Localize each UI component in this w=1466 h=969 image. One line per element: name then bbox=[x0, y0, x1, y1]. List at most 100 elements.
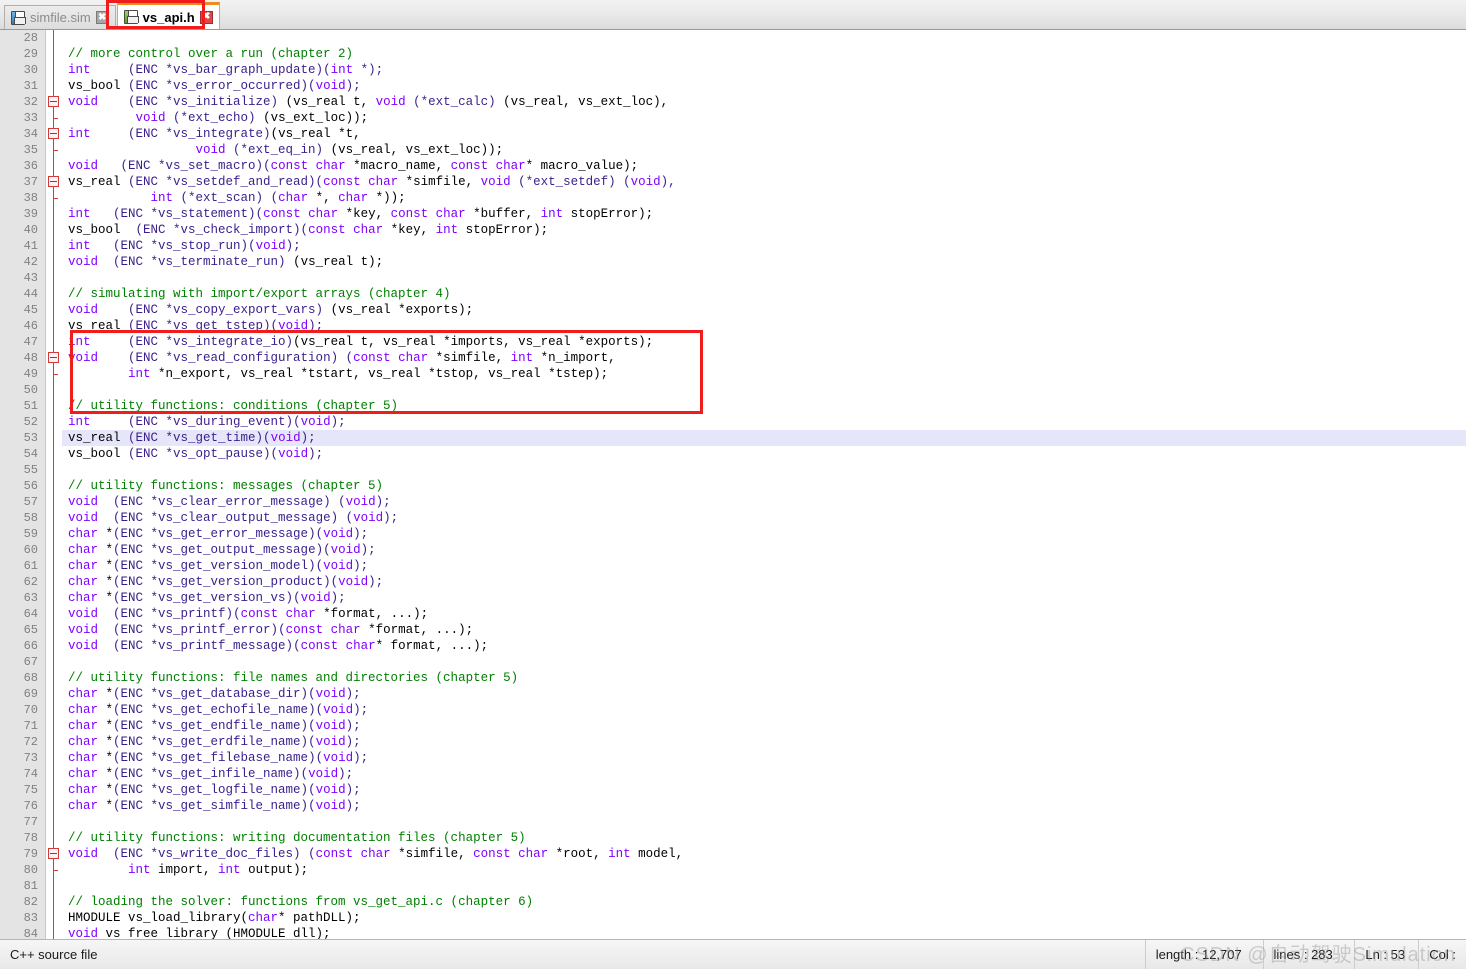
code-line[interactable]: 80 int import, int output); bbox=[0, 862, 1466, 878]
line-number: 80 bbox=[0, 862, 46, 878]
fold-margin bbox=[46, 206, 62, 222]
code-line[interactable]: 54 vs_bool (ENC *vs_opt_pause)(void); bbox=[0, 446, 1466, 462]
tab-vs-api-h[interactable]: vs_api.h ✖ bbox=[116, 2, 220, 29]
line-number: 81 bbox=[0, 878, 46, 894]
code-line[interactable]: 52 int (ENC *vs_during_event)(void); bbox=[0, 414, 1466, 430]
line-number: 62 bbox=[0, 574, 46, 590]
code-line[interactable]: 66 void (ENC *vs_printf_message)(const ch… bbox=[0, 638, 1466, 654]
code-line[interactable]: 78 // utility functions: writing document… bbox=[0, 830, 1466, 846]
fold-margin bbox=[46, 382, 62, 398]
code-line[interactable]: 70 char *(ENC *vs_get_echofile_name)(void… bbox=[0, 702, 1466, 718]
code-line[interactable]: 69 char *(ENC *vs_get_database_dir)(void)… bbox=[0, 686, 1466, 702]
code-line[interactable]: 50 bbox=[0, 382, 1466, 398]
code-line[interactable]: 53 vs_real (ENC *vs_get_time)(void); bbox=[0, 430, 1466, 446]
code-line[interactable]: 72 char *(ENC *vs_get_erdfile_name)(void)… bbox=[0, 734, 1466, 750]
code-line[interactable]: 45 void (ENC *vs_copy_export_vars) (vs_re… bbox=[0, 302, 1466, 318]
code-line[interactable]: 37 vs_real (ENC *vs_setdef_and_read)(cons… bbox=[0, 174, 1466, 190]
code-line[interactable]: 43 bbox=[0, 270, 1466, 286]
code-text: // simulating with import/export arrays … bbox=[68, 287, 451, 301]
code-line[interactable]: 64 void (ENC *vs_printf)(const char *form… bbox=[0, 606, 1466, 622]
code-line[interactable]: 77 bbox=[0, 814, 1466, 830]
close-icon[interactable]: ✖ bbox=[95, 11, 109, 24]
code-line[interactable]: 47 int (ENC *vs_integrate_io)(vs_real t, … bbox=[0, 334, 1466, 350]
code-line[interactable]: 56 // utility functions: messages (chapte… bbox=[0, 478, 1466, 494]
code-line[interactable]: 30 int (ENC *vs_bar_graph_update)(int *); bbox=[0, 62, 1466, 78]
code-text: int (*ext_scan) (char *, char *)); bbox=[150, 191, 406, 205]
line-number: 50 bbox=[0, 382, 46, 398]
code-line[interactable]: 33 void (*ext_echo) (vs_ext_loc)); bbox=[0, 110, 1466, 126]
fold-margin bbox=[46, 750, 62, 766]
fold-margin bbox=[46, 46, 62, 62]
line-number: 37 bbox=[0, 174, 46, 190]
code-line[interactable]: 35 void (*ext_eq_in) (vs_real, vs_ext_lo… bbox=[0, 142, 1466, 158]
code-line[interactable]: 41 int (ENC *vs_stop_run)(void); bbox=[0, 238, 1466, 254]
code-line[interactable]: 51 // utility functions: conditions (chap… bbox=[0, 398, 1466, 414]
code-line[interactable]: 71 char *(ENC *vs_get_endfile_name)(void)… bbox=[0, 718, 1466, 734]
line-number: 69 bbox=[0, 686, 46, 702]
code-line[interactable]: 29 // more control over a run (chapter 2) bbox=[0, 46, 1466, 62]
code-line[interactable]: 81 bbox=[0, 878, 1466, 894]
code-line[interactable]: 68 // utility functions: file names and d… bbox=[0, 670, 1466, 686]
code-line[interactable]: 74 char *(ENC *vs_get_infile_name)(void); bbox=[0, 766, 1466, 782]
code-line[interactable]: 34 int (ENC *vs_integrate)(vs_real *t, bbox=[0, 126, 1466, 142]
code-line[interactable]: 39 int (ENC *vs_statement)(const char *ke… bbox=[0, 206, 1466, 222]
code-line[interactable]: 59 char *(ENC *vs_get_error_message)(void… bbox=[0, 526, 1466, 542]
code-line[interactable]: 76 char *(ENC *vs_get_simfile_name)(void)… bbox=[0, 798, 1466, 814]
fold-margin bbox=[46, 526, 62, 542]
line-number: 30 bbox=[0, 62, 46, 78]
code-line[interactable]: 82 // loading the solver: functions from … bbox=[0, 894, 1466, 910]
code-text: vs_bool (ENC *vs_error_occurred)(void); bbox=[68, 79, 361, 93]
status-doc-type: C++ source file bbox=[0, 939, 1146, 969]
code-line[interactable]: 28 bbox=[0, 30, 1466, 46]
code-line[interactable]: 73 char *(ENC *vs_get_filebase_name)(void… bbox=[0, 750, 1466, 766]
code-line[interactable]: 40 vs_bool (ENC *vs_check_import)(const c… bbox=[0, 222, 1466, 238]
line-number: 67 bbox=[0, 654, 46, 670]
fold-margin bbox=[46, 494, 62, 510]
code-editor[interactable]: 28 29 // more control over a run (chapter … bbox=[0, 30, 1466, 939]
code-line[interactable]: 60 char *(ENC *vs_get_output_message)(voi… bbox=[0, 542, 1466, 558]
code-line[interactable]: 75 char *(ENC *vs_get_logfile_name)(void)… bbox=[0, 782, 1466, 798]
line-number: 49 bbox=[0, 366, 46, 382]
code-line[interactable]: 83 HMODULE vs_load_library(char* pathDLL)… bbox=[0, 910, 1466, 926]
code-line[interactable]: 58 void (ENC *vs_clear_output_message) (v… bbox=[0, 510, 1466, 526]
line-number: 59 bbox=[0, 526, 46, 542]
code-line[interactable]: 65 void (ENC *vs_printf_error)(const char… bbox=[0, 622, 1466, 638]
code-line[interactable]: 55 bbox=[0, 462, 1466, 478]
code-line[interactable]: 32 void (ENC *vs_initialize) (vs_real t, … bbox=[0, 94, 1466, 110]
code-text: int (ENC *vs_statement)(const char *key,… bbox=[68, 207, 654, 221]
code-text: void (ENC *vs_set_macro)(const char *mac… bbox=[68, 159, 639, 173]
fold-tail-icon bbox=[46, 190, 62, 206]
tab-simfile-sim[interactable]: simfile.sim ✖ bbox=[4, 5, 116, 29]
fold-collapse-icon[interactable] bbox=[46, 174, 62, 190]
fold-collapse-icon[interactable] bbox=[46, 126, 62, 142]
fold-margin bbox=[46, 30, 62, 46]
code-line[interactable]: 44 // simulating with import/export array… bbox=[0, 286, 1466, 302]
code-line[interactable]: 67 bbox=[0, 654, 1466, 670]
fold-margin bbox=[46, 78, 62, 94]
code-text: // loading the solver: functions from vs… bbox=[68, 895, 534, 909]
line-number: 29 bbox=[0, 46, 46, 62]
line-number: 28 bbox=[0, 30, 46, 46]
code-line[interactable]: 57 void (ENC *vs_clear_error_message) (vo… bbox=[0, 494, 1466, 510]
fold-collapse-icon[interactable] bbox=[46, 94, 62, 110]
code-line[interactable]: 42 void (ENC *vs_terminate_run) (vs_real … bbox=[0, 254, 1466, 270]
fold-collapse-icon[interactable] bbox=[46, 846, 62, 862]
code-line[interactable]: 84 void vs free library (HMODULE dll); bbox=[0, 926, 1466, 939]
code-line[interactable]: 46 vs_real (ENC *vs_get_tstep)(void); bbox=[0, 318, 1466, 334]
code-line[interactable]: 79 void (ENC *vs_write_doc_files) (const … bbox=[0, 846, 1466, 862]
code-line[interactable]: 48 void (ENC *vs_read_configuration) (con… bbox=[0, 350, 1466, 366]
code-line[interactable]: 38 int (*ext_scan) (char *, char *)); bbox=[0, 190, 1466, 206]
fold-margin bbox=[46, 798, 62, 814]
code-line[interactable]: 61 char *(ENC *vs_get_version_model)(void… bbox=[0, 558, 1466, 574]
code-text: char *(ENC *vs_get_database_dir)(void); bbox=[68, 687, 361, 701]
code-line[interactable]: 62 char *(ENC *vs_get_version_product)(vo… bbox=[0, 574, 1466, 590]
line-number: 54 bbox=[0, 446, 46, 462]
code-line[interactable]: 31 vs_bool (ENC *vs_error_occurred)(void)… bbox=[0, 78, 1466, 94]
close-icon[interactable]: ✖ bbox=[199, 10, 213, 24]
code-line[interactable]: 63 char *(ENC *vs_get_version_vs)(void); bbox=[0, 590, 1466, 606]
code-line[interactable]: 49 int *n_export, vs_real *tstart, vs_re… bbox=[0, 366, 1466, 382]
code-text: // more control over a run (chapter 2) bbox=[68, 47, 354, 61]
status-col: Col : bbox=[1429, 947, 1456, 962]
fold-collapse-icon[interactable] bbox=[46, 350, 62, 366]
code-line[interactable]: 36 void (ENC *vs_set_macro)(const char *m… bbox=[0, 158, 1466, 174]
